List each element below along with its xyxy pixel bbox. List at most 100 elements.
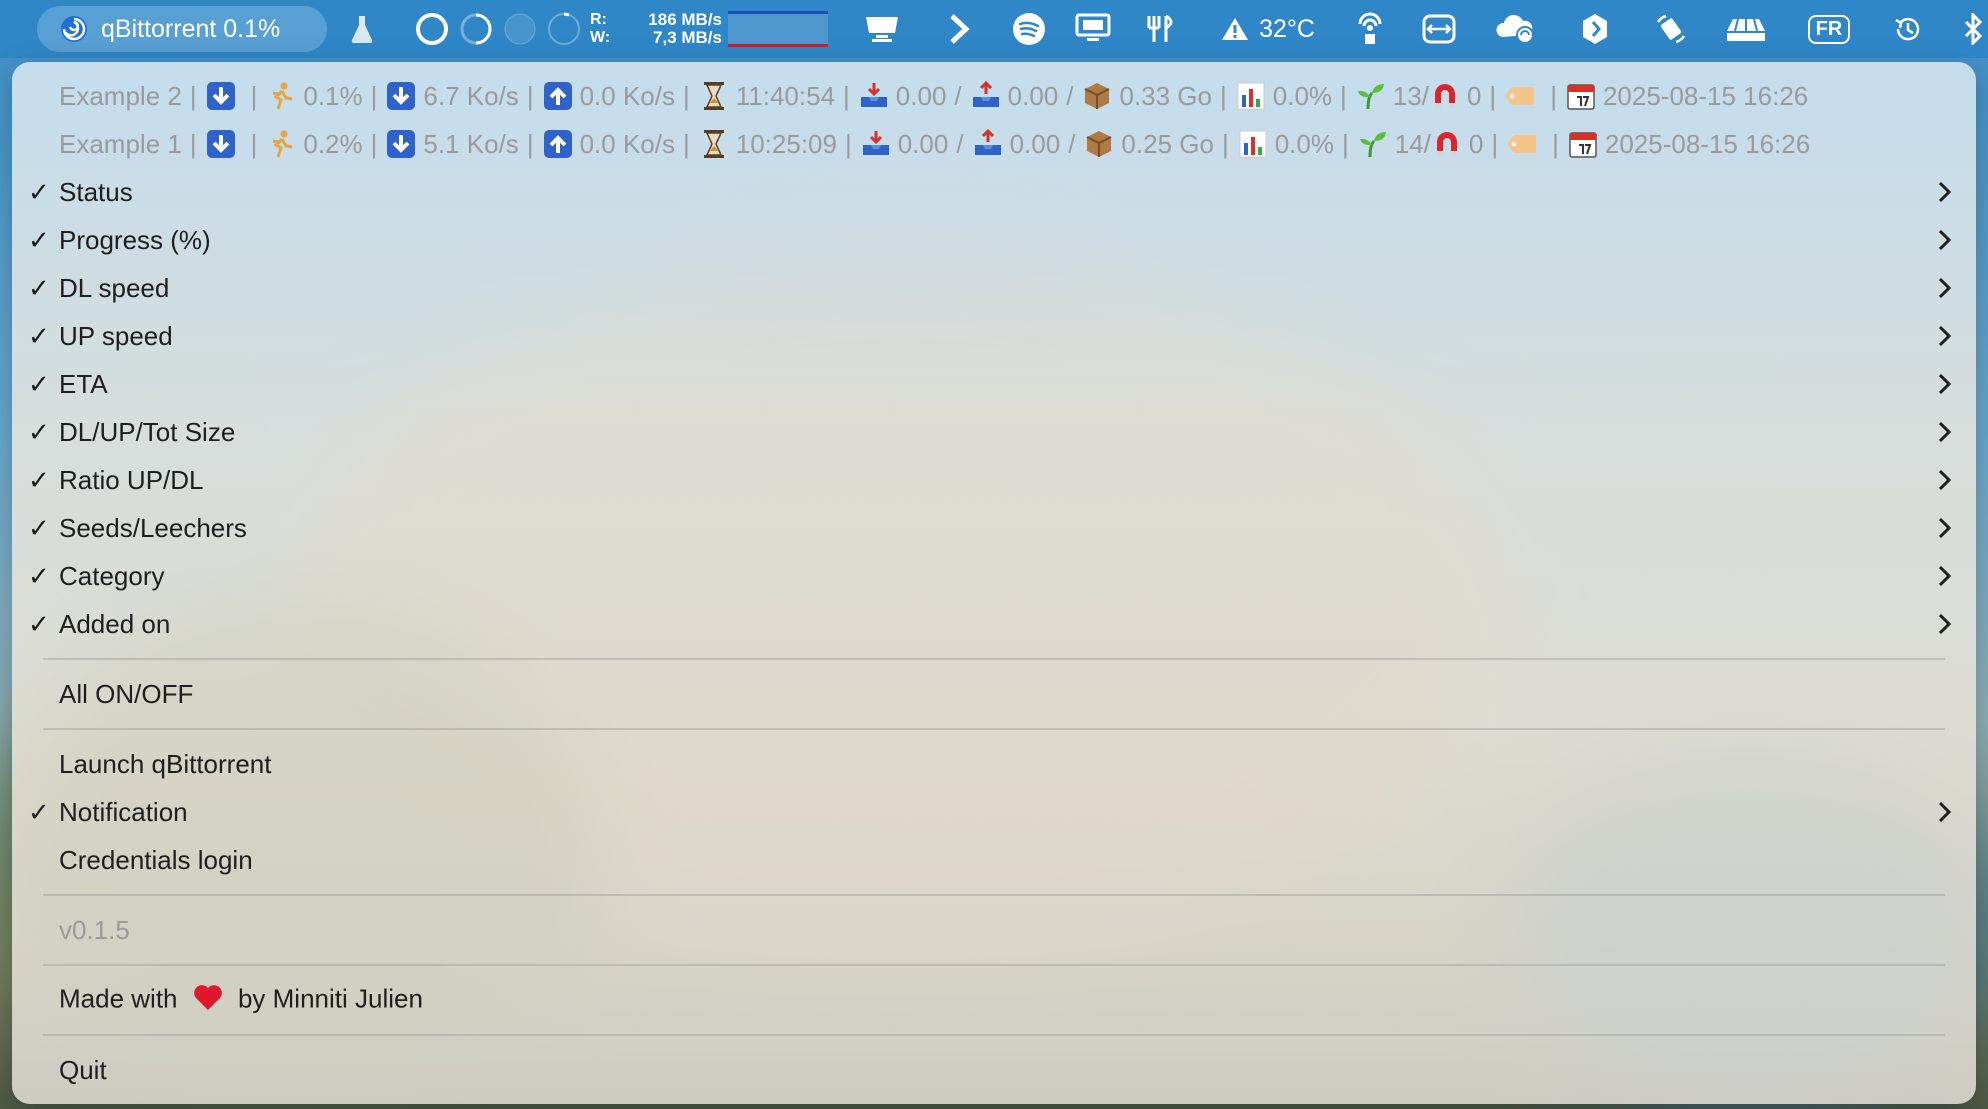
menu-item-all-toggle[interactable]: All ON/OFF (12, 670, 1976, 718)
torrent-row[interactable]: Example 2 | | 0.1% | 6.7 Ko/s | 0.0 Ko/s… (59, 72, 1808, 120)
ul-arrow-icon (542, 80, 574, 112)
write-label: W: (590, 29, 611, 46)
torrent-downloaded: 0.00 (895, 80, 947, 111)
credits-label: Made with by Minniti Julien (59, 983, 423, 1018)
menu-item-up-speed[interactable]: ✓ UP speed (12, 312, 1976, 360)
torrent-uploaded: 0.00 (1007, 80, 1059, 111)
menu-item-label: Ratio UP/DL (59, 464, 204, 495)
qbittorrent-status-item[interactable]: qBittorrent 0.1% (37, 6, 327, 52)
separator: | (526, 80, 534, 111)
torrent-row[interactable]: Example 1 | | 0.2% | 5.1 Ko/s | 0.0 Ko/s… (59, 120, 1810, 168)
separator: | (189, 128, 197, 159)
separator: | (682, 80, 690, 111)
menu-separator (43, 728, 1945, 730)
menu-item-credentials[interactable]: Credentials login (12, 836, 1976, 884)
torrent-ul-speed: 0.0 Ko/s (579, 80, 675, 111)
rotate-icon[interactable] (1653, 0, 1689, 58)
menu-item-launch[interactable]: Launch qBittorrent (12, 740, 1976, 788)
keyboard-layout[interactable]: FR (1806, 0, 1852, 58)
bolt-icon[interactable] (1580, 0, 1610, 58)
chevron-right-icon (1932, 360, 1956, 408)
menu-item-label: DL/UP/Tot Size (59, 416, 236, 447)
fork-icon[interactable] (1142, 0, 1182, 58)
bar-chart-icon (1235, 80, 1267, 112)
spotify-icon[interactable] (1011, 0, 1047, 58)
torrent-name: Example 1 (59, 128, 182, 159)
menu-item-notification[interactable]: ✓ Notification (12, 788, 1976, 836)
clock-arc-icon[interactable] (546, 0, 582, 58)
menu-item-label: All ON/OFF (59, 678, 194, 709)
circle-icon[interactable] (414, 0, 450, 58)
keyboard-layout-label: FR (1807, 14, 1851, 44)
remote-icon[interactable] (1421, 0, 1457, 58)
separator: | (526, 128, 534, 159)
airdrop-icon[interactable] (1355, 0, 1385, 58)
menu-item-ratio[interactable]: ✓ Ratio UP/DL (12, 456, 1976, 504)
torrent-total-size: 0.25 Go (1121, 128, 1214, 159)
menu-item-added-on[interactable]: ✓ Added on (12, 600, 1976, 648)
separator: | (1550, 80, 1557, 111)
rw-labels: R: W: (590, 0, 630, 58)
ul-arrow-icon (542, 128, 574, 160)
disk-graph-icon[interactable] (728, 0, 828, 58)
chevron-right-icon (1932, 788, 1956, 836)
separator: | (1552, 128, 1559, 159)
menu-item-eta[interactable]: ✓ ETA (12, 360, 1976, 408)
menu-item-status[interactable]: ✓ Status (12, 168, 1976, 216)
torrent-downloaded: 0.00 (897, 128, 949, 159)
torrent-ratio: 0.0% (1274, 128, 1334, 159)
torrent-total-size: 0.33 Go (1119, 80, 1212, 111)
dot-icon[interactable] (502, 0, 538, 58)
dl-arrow-icon (385, 80, 417, 112)
download-status-icon (205, 128, 237, 160)
hourglass-icon (698, 128, 730, 160)
chevron-right-icon (1932, 504, 1956, 552)
menu-item-label: DL speed (59, 272, 170, 303)
read-label: R: (590, 11, 607, 28)
write-speed: 7,3 MB/s (653, 28, 722, 47)
chevron-right-icon (1932, 264, 1956, 312)
warning-icon[interactable] (1220, 0, 1250, 58)
separator: | (189, 80, 197, 111)
torrent-name: Example 2 (59, 80, 182, 111)
menu-item-size[interactable]: ✓ DL/UP/Tot Size (12, 408, 1976, 456)
read-speed: 186 MB/s (648, 10, 722, 29)
temperature-value: 32°C (1259, 14, 1315, 43)
separator: | (1340, 80, 1347, 111)
calendar-icon (1567, 128, 1599, 160)
spinner-icon[interactable] (458, 0, 494, 58)
outbox-icon (970, 80, 1002, 112)
seedling-icon (1355, 80, 1387, 112)
menu-item-seeds-leechers[interactable]: ✓ Seeds/Leechers (12, 504, 1976, 552)
bluetooth-icon[interactable] (1964, 0, 1988, 58)
chevron-right-icon[interactable] (946, 0, 972, 58)
separator: | (1491, 128, 1499, 159)
outbox-icon (972, 128, 1004, 160)
checkmark-icon: ✓ (28, 464, 50, 495)
time-machine-icon[interactable] (1892, 0, 1924, 58)
slash: / (1068, 128, 1076, 159)
torrent-uploaded: 0.00 (1009, 128, 1061, 159)
rw-values: 186 MB/s 7,3 MB/s (630, 0, 722, 58)
monitor-icon[interactable] (1074, 0, 1112, 58)
airport-icon[interactable] (1724, 0, 1768, 58)
package-icon (1083, 128, 1115, 160)
slash: / (956, 128, 964, 159)
flask-icon[interactable] (348, 0, 376, 58)
torrent-added-on: 2025-08-15 16:26 (1604, 128, 1811, 159)
separator: | (682, 128, 690, 159)
display-icon[interactable] (860, 0, 904, 58)
menu-item-quit[interactable]: Quit (12, 1046, 1976, 1094)
menu-item-credits[interactable]: Made with by Minniti Julien (12, 976, 1976, 1024)
cloud-sync-icon[interactable] (1494, 0, 1538, 58)
menu-item-category[interactable]: ✓ Category (12, 552, 1976, 600)
credits-prefix: Made with (59, 982, 178, 1013)
chevron-right-icon (1932, 552, 1956, 600)
bar-chart-icon (1237, 128, 1269, 160)
menu-item-progress[interactable]: ✓ Progress (%) (12, 216, 1976, 264)
menu-item-dl-speed[interactable]: ✓ DL speed (12, 264, 1976, 312)
menu-separator (43, 894, 1945, 896)
separator: | (843, 80, 850, 111)
menu-item-version: v0.1.5 (12, 906, 1976, 954)
torrent-seeds: 14/ (1394, 128, 1431, 159)
